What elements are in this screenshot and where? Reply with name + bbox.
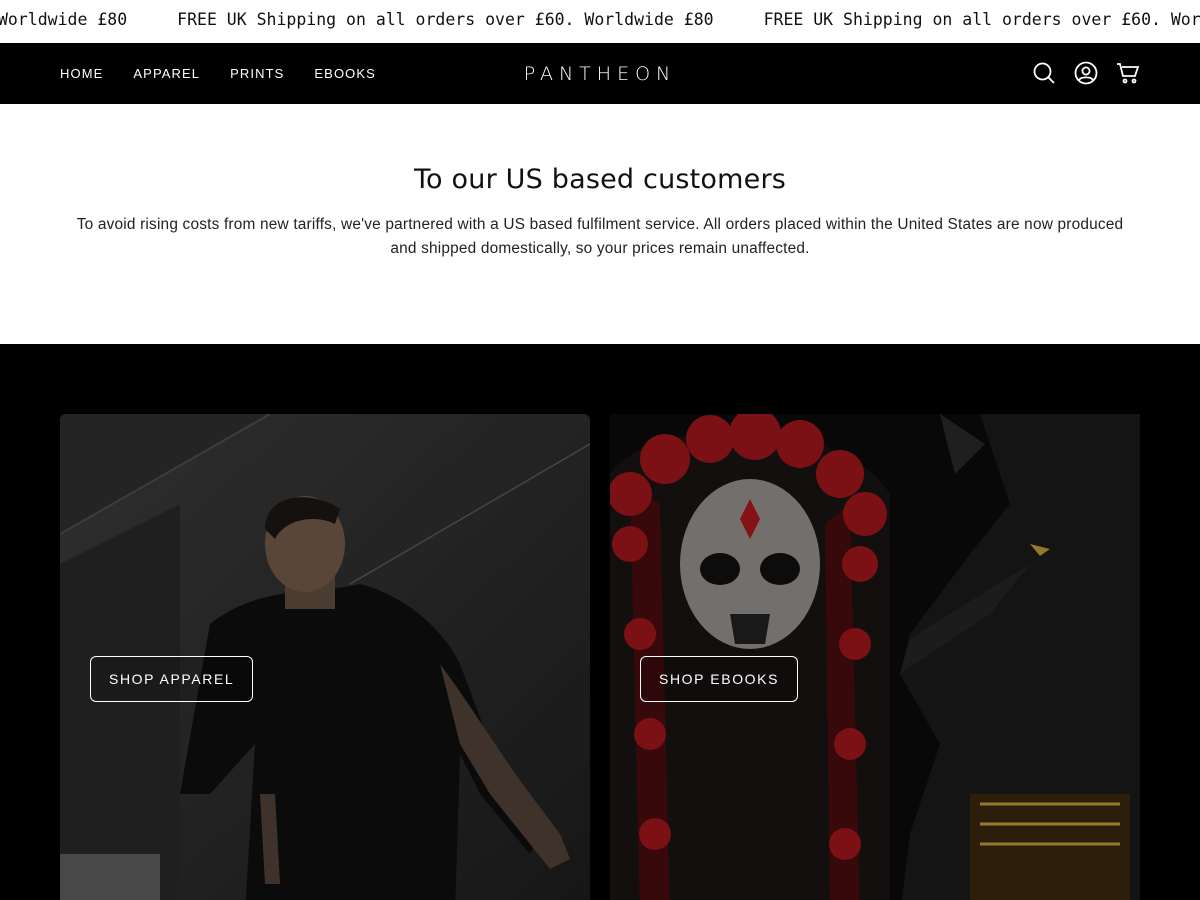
announcement-bar: Worldwide £80 FREE UK Shipping on all or… [0, 0, 1200, 43]
cart-icon[interactable] [1116, 61, 1140, 85]
notice-title: To our US based customers [413, 164, 787, 195]
site-logo[interactable]: PANTHEON [0, 63, 1200, 85]
apparel-card[interactable]: SHOP APPAREL [60, 414, 590, 900]
us-customers-notice: To our US based customers To avoid risin… [0, 104, 1200, 344]
announcement-text: FREE UK Shipping on all orders over £60.… [763, 10, 1200, 29]
site-header: HOME APPAREL PRINTS EBOOKS PANTHEON [0, 43, 1200, 104]
search-icon[interactable] [1032, 61, 1056, 85]
account-icon[interactable] [1074, 61, 1098, 85]
collection-panels: SHOP APPAREL SHOP EBOOKS [0, 344, 1200, 900]
notice-body: To avoid rising costs from new tariffs, … [76, 216, 1124, 257]
ebooks-card[interactable]: SHOP EBOOKS [610, 414, 1140, 900]
shop-ebooks-button[interactable]: SHOP EBOOKS [640, 656, 799, 702]
shop-apparel-button[interactable]: SHOP APPAREL [90, 656, 254, 702]
header-icons [1032, 61, 1140, 85]
announcement-text: Worldwide £80 [0, 10, 128, 29]
announcement-text: FREE UK Shipping on all orders over £60.… [177, 10, 714, 29]
